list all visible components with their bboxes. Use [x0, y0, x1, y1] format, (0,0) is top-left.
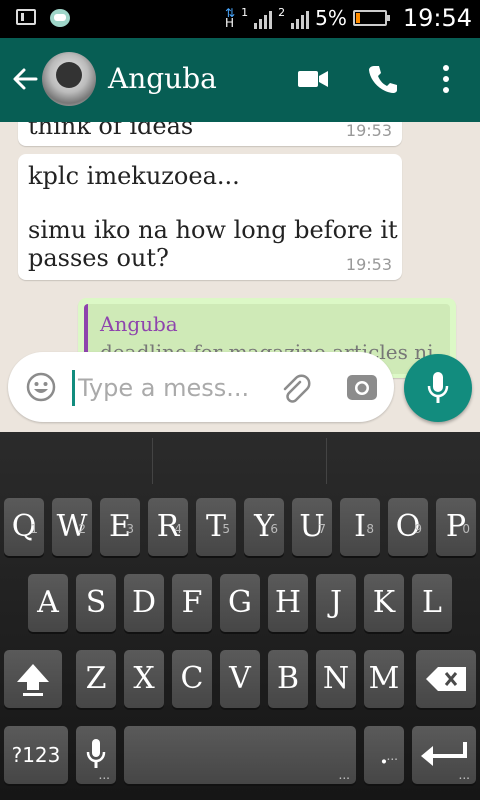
more-options-dots: ... — [98, 768, 110, 782]
message-text: think of ideas — [28, 122, 194, 140]
contact-name[interactable]: Anguba — [108, 62, 217, 95]
message-bubble[interactable]: think of ideas 19:53 — [18, 122, 402, 146]
key-e[interactable]: 3E — [100, 498, 140, 556]
key-v[interactable]: V — [220, 650, 260, 708]
message-time: 19:53 — [345, 255, 392, 274]
status-bar: ⇅ H 1 2 5% 19:54 — [0, 0, 480, 38]
key-l[interactable]: L — [412, 574, 452, 632]
key-q[interactable]: 1Q — [4, 498, 44, 556]
more-options-dots: ... — [338, 768, 350, 782]
backspace-key[interactable] — [416, 650, 476, 708]
key-d[interactable]: D — [124, 574, 164, 632]
key-i[interactable]: 8I — [340, 498, 380, 556]
sim1-label: 1 — [241, 5, 249, 19]
microphone-icon — [427, 372, 449, 403]
shift-arrow-icon — [17, 664, 49, 696]
key-p[interactable]: 0P — [436, 498, 476, 556]
message-input-bar[interactable]: Type a mess... — [8, 352, 394, 422]
text-cursor — [72, 370, 75, 406]
message-notification-icon — [50, 9, 70, 27]
key-n[interactable]: N — [316, 650, 356, 708]
key-b[interactable]: B — [268, 650, 308, 708]
clock: 19:54 — [402, 4, 472, 32]
message-bubble[interactable]: kplc imekuzoea... simu iko na how long b… — [18, 154, 402, 280]
symbols-key[interactable]: ?123 — [4, 726, 68, 784]
key-a[interactable]: A — [28, 574, 68, 632]
key-g[interactable]: G — [220, 574, 260, 632]
key-z[interactable]: Z — [76, 650, 116, 708]
signal-2-icon — [291, 7, 310, 29]
sim-card-icon — [16, 9, 36, 25]
back-arrow-icon[interactable] — [10, 64, 40, 94]
enter-key[interactable]: ... — [412, 726, 476, 784]
key-w[interactable]: 2W — [52, 498, 92, 556]
quoted-author: Anguba — [100, 312, 178, 336]
key-s[interactable]: S — [76, 574, 116, 632]
video-call-icon[interactable] — [296, 62, 330, 96]
voice-record-button[interactable] — [404, 354, 472, 422]
key-t[interactable]: 5T — [196, 498, 236, 556]
soft-keyboard: 1Q 2W 3E 4R 5T 6Y 7U 8I 9O 0P A S D F G … — [0, 432, 480, 800]
phone-call-icon[interactable] — [366, 62, 400, 96]
key-u[interactable]: 7U — [292, 498, 332, 556]
suggestion-strip[interactable] — [0, 432, 480, 488]
message-text: kplc imekuzoea... — [28, 162, 240, 190]
voice-input-key[interactable]: ... — [76, 726, 116, 784]
enter-arrow-icon — [421, 742, 467, 766]
key-c[interactable]: C — [172, 650, 212, 708]
paperclip-icon[interactable] — [278, 372, 312, 406]
shift-key[interactable] — [4, 650, 62, 708]
key-f[interactable]: F — [172, 574, 212, 632]
more-options-dots: ... — [458, 768, 470, 782]
message-text: simu iko na how long before it passes ou… — [28, 216, 398, 272]
battery-icon — [352, 10, 390, 26]
signal-1-icon — [254, 7, 273, 29]
key-j[interactable]: J — [316, 574, 356, 632]
camera-icon[interactable] — [346, 372, 378, 402]
emoji-icon[interactable] — [26, 372, 56, 402]
key-m[interactable]: M — [364, 650, 404, 708]
space-key[interactable]: ... — [124, 726, 356, 784]
more-options-icon[interactable] — [436, 62, 456, 96]
key-r[interactable]: 4R — [148, 498, 188, 556]
avatar[interactable] — [42, 52, 96, 106]
backspace-icon — [426, 667, 466, 691]
battery-percent: 5% — [315, 6, 347, 30]
sim2-label: 2 — [278, 5, 286, 19]
chat-header: Anguba — [0, 38, 480, 122]
message-time: 19:53 — [345, 122, 392, 140]
key-y[interactable]: 6Y — [244, 498, 284, 556]
key-h[interactable]: H — [268, 574, 308, 632]
data-activity-icon: ⇅ H — [225, 6, 236, 30]
key-o[interactable]: 9O — [388, 498, 428, 556]
message-input[interactable]: Type a mess... — [78, 374, 249, 402]
key-x[interactable]: X — [124, 650, 164, 708]
microphone-icon — [86, 739, 106, 768]
period-key[interactable]: . ... — [364, 726, 404, 784]
key-k[interactable]: K — [364, 574, 404, 632]
more-options-dots: ... — [386, 749, 398, 763]
